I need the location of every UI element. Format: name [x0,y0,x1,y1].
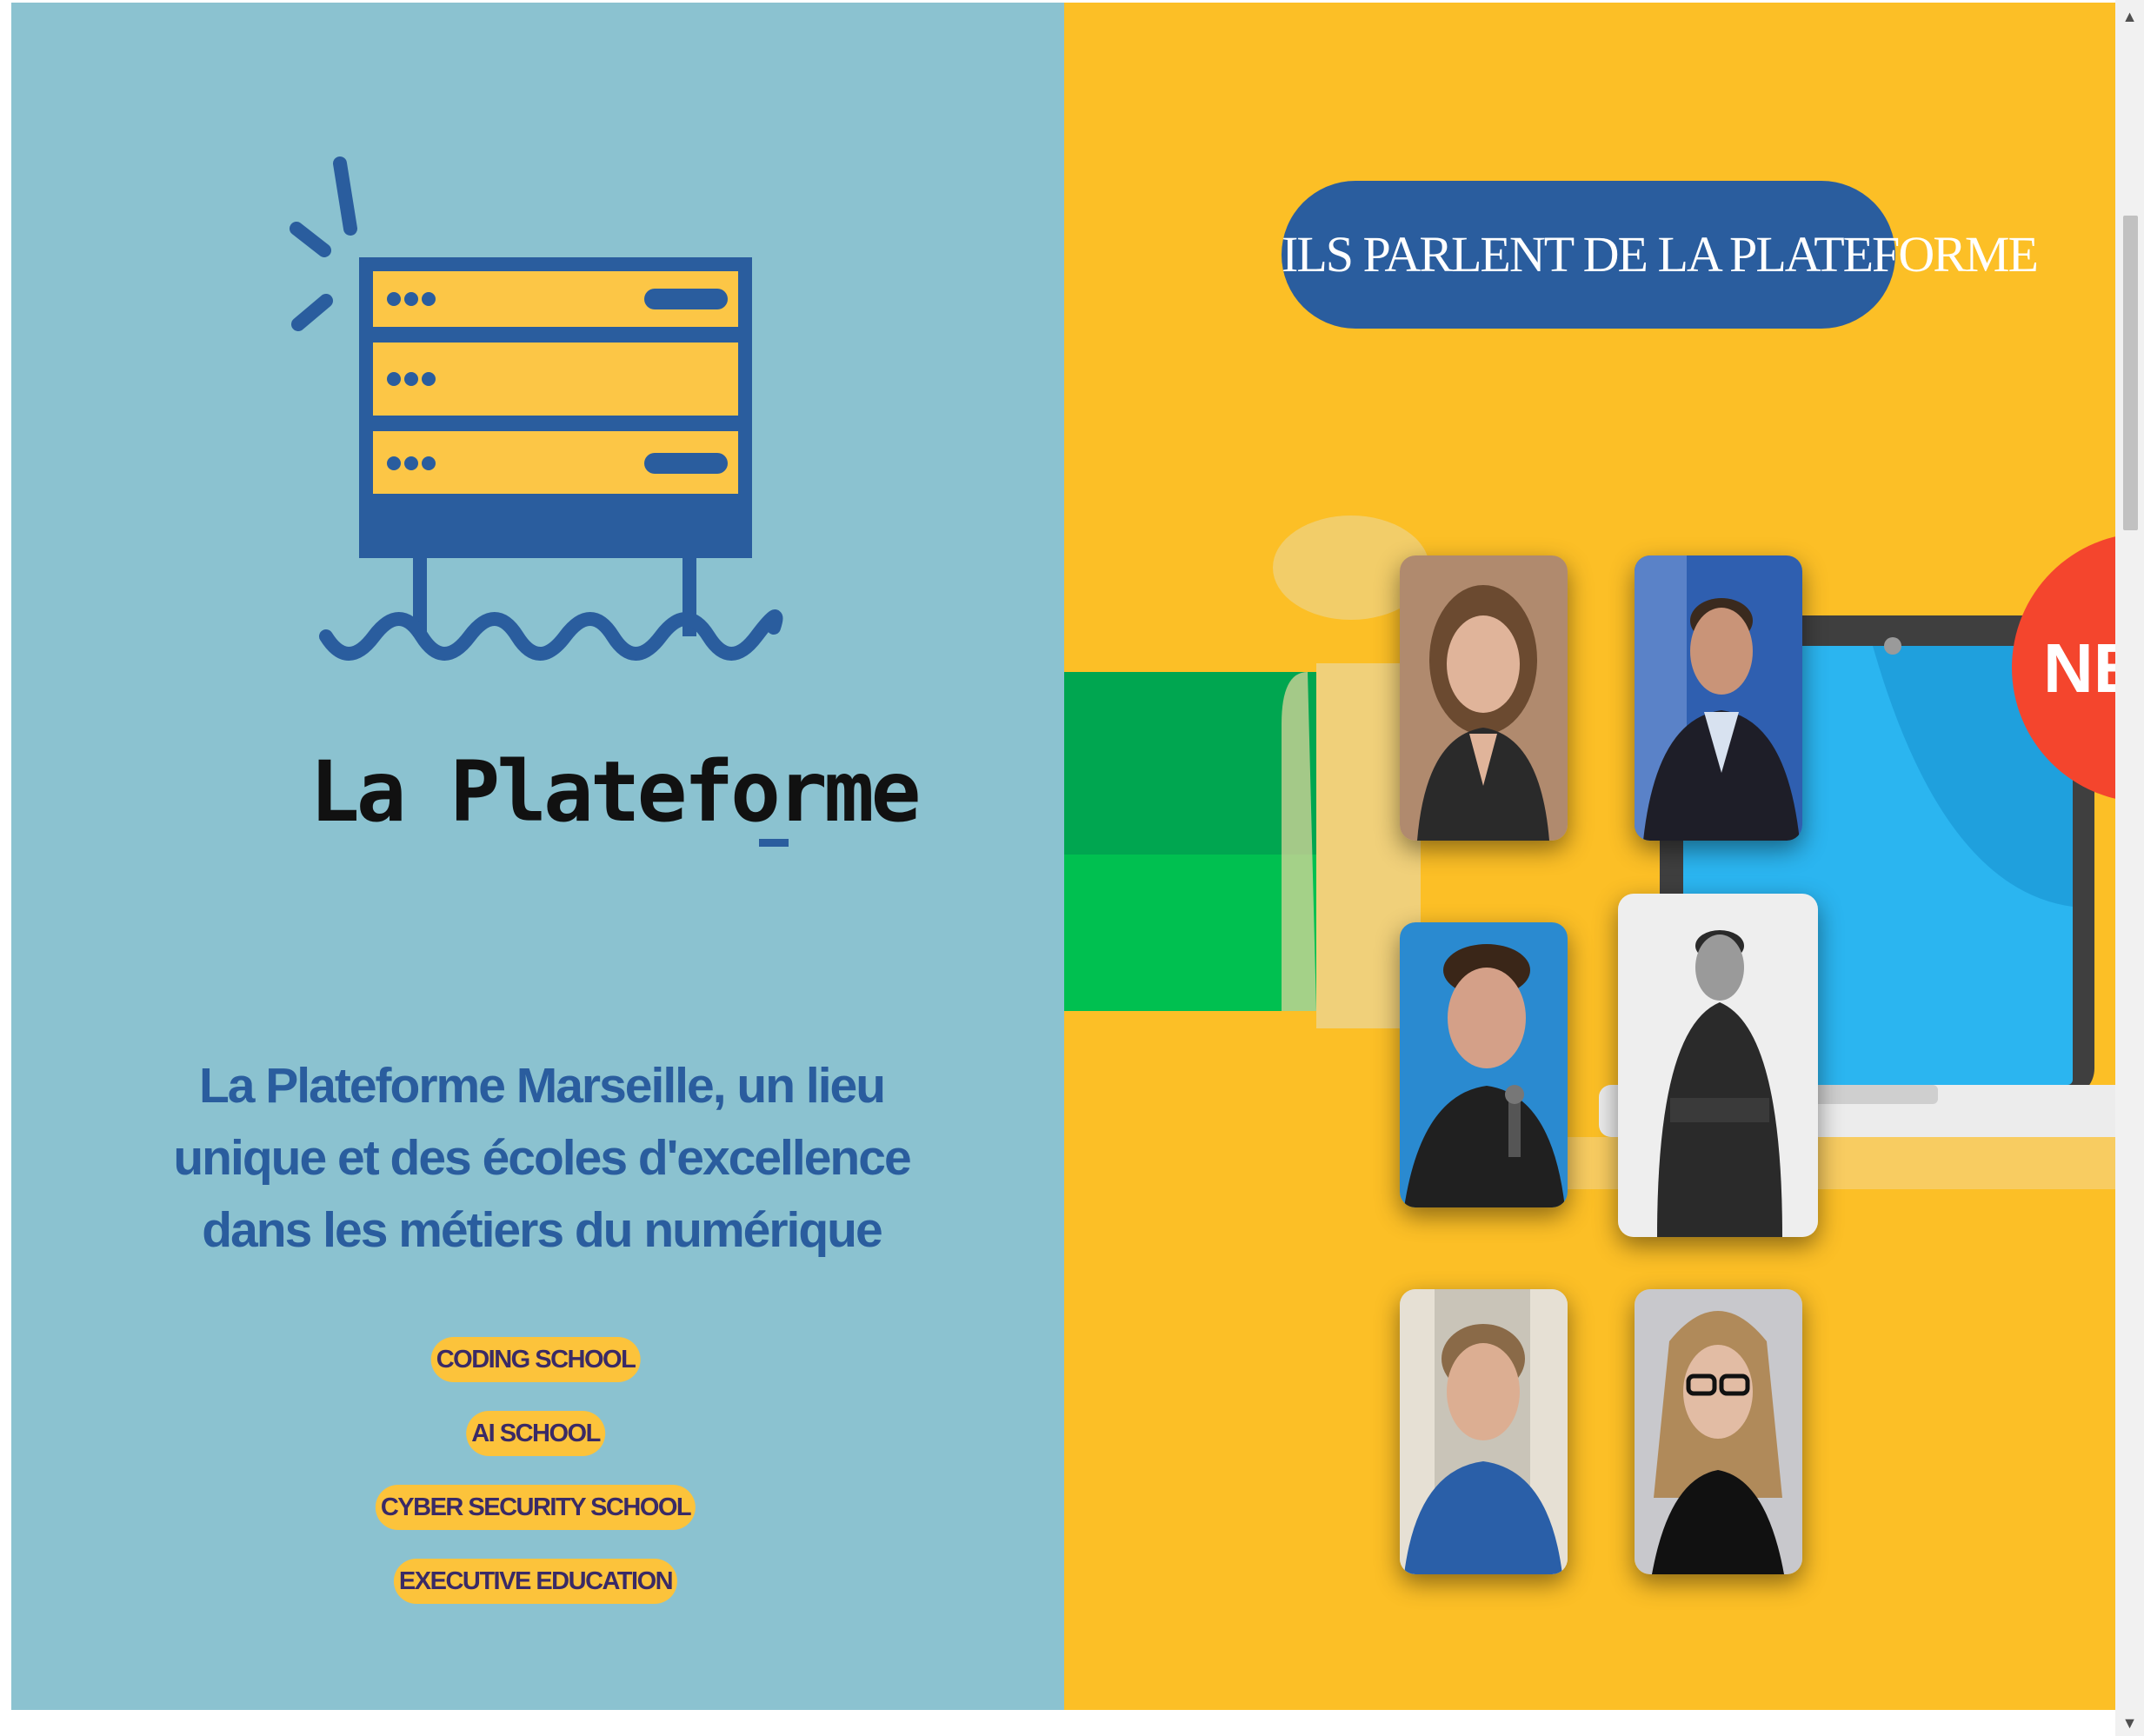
brand-name: La Plateforme [310,743,921,841]
ai-school-link[interactable]: AI SCHOOL [466,1411,605,1456]
portrait-image [1400,922,1568,1207]
testimonial-photo-6[interactable] [1635,1289,1802,1574]
server-logo-icon [290,156,783,661]
testimonial-photo-1[interactable] [1400,555,1568,841]
page: La Plateforme La Plateforme Marseille, u… [11,3,2115,1710]
testimonial-photo-2[interactable] [1635,555,1802,841]
coding-school-link[interactable]: CODING SCHOOL [430,1337,641,1382]
vertical-scrollbar[interactable]: ▲ ▼ [2115,0,2144,1736]
testimonial-photo-4[interactable] [1618,894,1818,1237]
scroll-up-arrow-icon[interactable]: ▲ [2115,3,2144,30]
brand-cursor [759,839,789,847]
scroll-down-arrow-icon[interactable]: ▼ [2115,1710,2144,1736]
portrait-image [1400,555,1568,841]
scrollbar-thumb[interactable] [2123,216,2138,530]
cyber-security-school-link[interactable]: CYBER SECURITY SCHOOL [375,1485,696,1530]
portrait-image [1635,1289,1802,1574]
bottom-strip [0,1710,2115,1736]
testimonials-heading: ILS PARLENT DE LA PLATEFORME [1282,181,2039,329]
testimonial-photo-5[interactable] [1400,1289,1568,1574]
portrait-image [1400,1289,1568,1574]
portrait-image [1635,555,1802,841]
left-panel: La Plateforme La Plateforme Marseille, u… [11,3,1064,1710]
tagline: La Plateforme Marseille, un lieu unique … [173,1058,911,1258]
new-badge-label: NEW [2043,629,2115,707]
portrait-image [1618,894,1818,1237]
testimonial-photo-3[interactable] [1400,922,1568,1207]
right-panel: ILS PARLENT DE LA PLATEFORME NEW [1064,3,2115,1710]
executive-education-link[interactable]: EXECUTIVE EDUCATION [393,1559,678,1604]
